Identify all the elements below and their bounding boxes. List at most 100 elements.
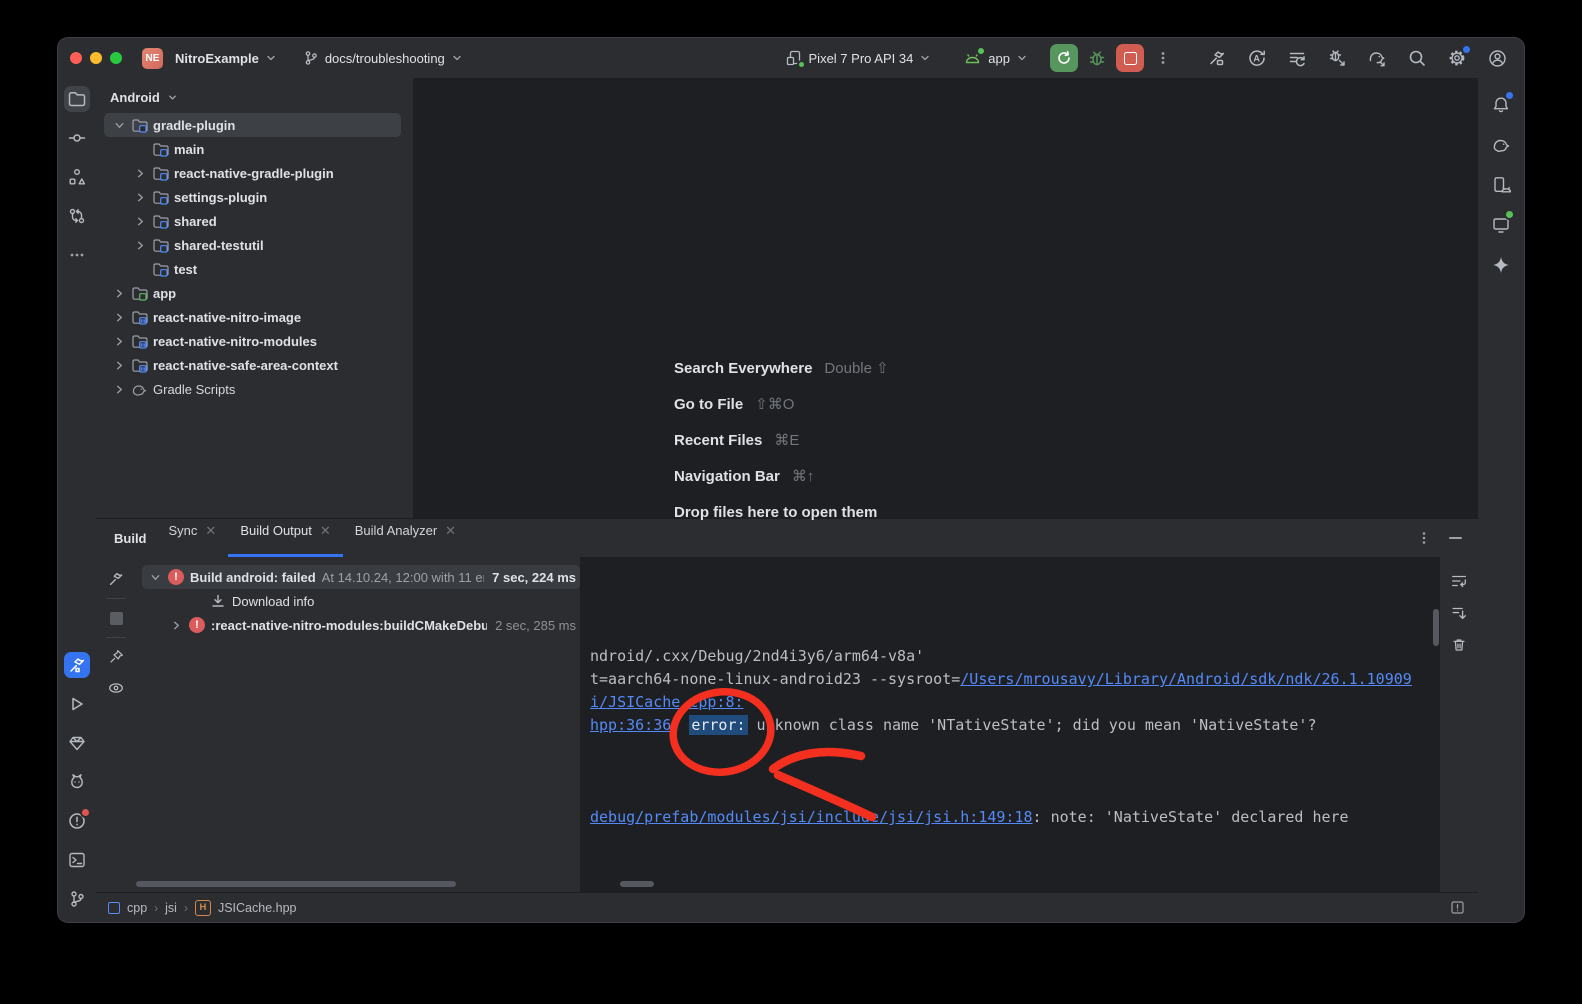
device-selector[interactable]: Pixel 7 Pro API 34 [779,45,938,71]
soft-wrap-button[interactable] [1447,569,1471,593]
hide-panel-button[interactable] [1449,537,1462,539]
tool-run-button[interactable] [64,691,90,717]
tree-item-react-native-safe-area-context[interactable]: react-native-safe-area-context [104,353,401,377]
notifications-button[interactable] [1488,92,1514,118]
console-link[interactable]: i/JSICache.cpp:8: [590,693,744,711]
tree-item-react-native-nitro-image[interactable]: react-native-nitro-image [104,305,401,329]
branch-name: docs/troubleshooting [325,51,445,66]
profile-button[interactable] [1484,45,1510,71]
tab-close-icon[interactable]: ✕ [320,523,331,539]
tree-chevron-icon[interactable] [112,310,126,324]
tool-pull-requests-button[interactable] [64,203,90,229]
stop-build-button[interactable] [104,606,128,630]
attach-debugger-button[interactable] [1324,45,1350,71]
tree-chevron-icon[interactable] [112,358,126,372]
tab-close-icon[interactable]: ✕ [205,523,216,539]
view-options-button[interactable] [104,676,128,700]
tree-chevron-icon[interactable] [133,190,147,204]
scroll-to-end-button[interactable] [1447,601,1471,625]
apply-code-changes-button[interactable] [1284,45,1310,71]
bug-icon [1087,48,1107,68]
settings-button[interactable] [1444,45,1470,71]
console-link[interactable]: hpp:36:36 [590,716,671,734]
module-folder-icon [152,237,169,254]
vertical-scrollbar[interactable] [1433,609,1439,646]
pin-tab-button[interactable] [104,645,128,669]
console-link[interactable]: debug/prefab/modules/jsi/include/jsi/jsi… [590,808,1033,826]
tab-close-icon[interactable]: ✕ [445,523,456,539]
tree-item-react-native-gradle-plugin[interactable]: react-native-gradle-plugin [104,161,401,185]
tree-chevron-icon[interactable] [133,214,147,228]
apply-changes-button[interactable]: A [1244,45,1270,71]
tool-app-quality-insights-button[interactable] [64,730,90,756]
build-project-button[interactable] [1204,45,1230,71]
tree-chevron-icon[interactable] [112,334,126,348]
restart-build-button[interactable] [104,567,128,591]
tree-item-app[interactable]: app [104,281,401,305]
stop-button[interactable] [1116,44,1144,72]
tree-chevron-icon[interactable] [169,618,183,632]
debug-button[interactable] [1084,45,1110,71]
clear-all-button[interactable] [1447,633,1471,657]
horizontal-scrollbar[interactable] [136,881,456,887]
search-everywhere-button[interactable] [1404,45,1430,71]
minimize-window-button[interactable] [90,52,102,64]
editor-area: Search EverywhereDouble ⇧Go to File⇧⌘ORe… [414,78,1478,518]
whats-new-button[interactable] [1449,899,1466,916]
tree-item-main[interactable]: main [104,137,401,161]
tool-terminal-button[interactable] [64,847,90,873]
close-window-button[interactable] [70,52,82,64]
tool-version-control-button[interactable] [64,886,90,912]
breadcrumb-item[interactable]: JSICache.hpp [218,901,297,915]
rerun-button[interactable] [1050,44,1078,72]
breadcrumb-item[interactable]: cpp [127,901,147,915]
console-link[interactable]: /Users/mrousavy/Library/Android/sdk/ndk/… [960,670,1412,688]
gradle-elephant-icon [1491,135,1512,155]
run-config-selector[interactable]: app [957,46,1034,70]
more-tool-windows-button[interactable] [64,242,90,268]
tree-chevron-icon[interactable] [112,118,126,132]
build-tree-row[interactable]: !Build android: failedAt 14.10.24, 12:00… [142,565,580,589]
build-options-button[interactable] [1417,531,1431,545]
tool-commit-button[interactable] [64,125,90,151]
tab-build-analyzer[interactable]: Build Analyzer✕ [343,516,468,557]
sync-gradle-button[interactable] [1364,45,1390,71]
tool-structure-button[interactable] [64,164,90,190]
horizontal-scrollbar[interactable] [620,881,654,887]
ai-assistant-button[interactable] [1488,252,1514,278]
more-run-actions-button[interactable] [1150,45,1176,71]
tree-chevron-icon[interactable] [112,286,126,300]
gradle-panel-button[interactable] [1488,132,1514,158]
breadcrumb-separator: › [154,901,158,915]
tree-item-shared[interactable]: shared [104,209,401,233]
tab-sync[interactable]: Sync✕ [157,516,229,557]
maximize-window-button[interactable] [110,52,122,64]
tree-item-gradle-plugin[interactable]: gradle-plugin [104,113,401,137]
tab-build-output[interactable]: Build Output✕ [228,516,342,557]
tree-item-react-native-nitro-modules[interactable]: react-native-nitro-modules [104,329,401,353]
tool-build-button[interactable] [64,652,90,678]
branch-switcher[interactable]: docs/troubleshooting [297,46,469,70]
breadcrumb-item[interactable]: jsi [165,901,177,915]
tool-project-button[interactable] [64,86,90,112]
tree-chevron-icon[interactable] [148,570,162,584]
tree-chevron-icon[interactable] [133,166,147,180]
project-tree: gradle-pluginmainreact-native-gradle-plu… [96,113,413,401]
build-tree-row[interactable]: !:react-native-nitro-modules:buildCMakeD… [142,613,580,637]
build-tree-row[interactable]: Download info [142,589,580,613]
tree-item-test[interactable]: test [104,257,401,281]
tool-problems-button[interactable] [64,808,90,834]
gem-icon [67,733,87,753]
tree-chevron-icon[interactable] [133,238,147,252]
tool-logcat-button[interactable] [64,769,90,795]
tree-item-shared-testutil[interactable]: shared-testutil [104,233,401,257]
tree-chevron-icon[interactable] [112,382,126,396]
device-manager-button[interactable] [1488,172,1514,198]
project-switcher[interactable]: NitroExample [169,47,283,70]
project-view-selector[interactable]: Android [96,86,413,113]
tree-item-settings-plugin[interactable]: settings-plugin [104,185,401,209]
trash-icon [1450,636,1468,654]
running-devices-button[interactable] [1488,212,1514,238]
hammer-icon [107,570,125,588]
tree-item-gradle-scripts[interactable]: Gradle Scripts [104,377,401,401]
